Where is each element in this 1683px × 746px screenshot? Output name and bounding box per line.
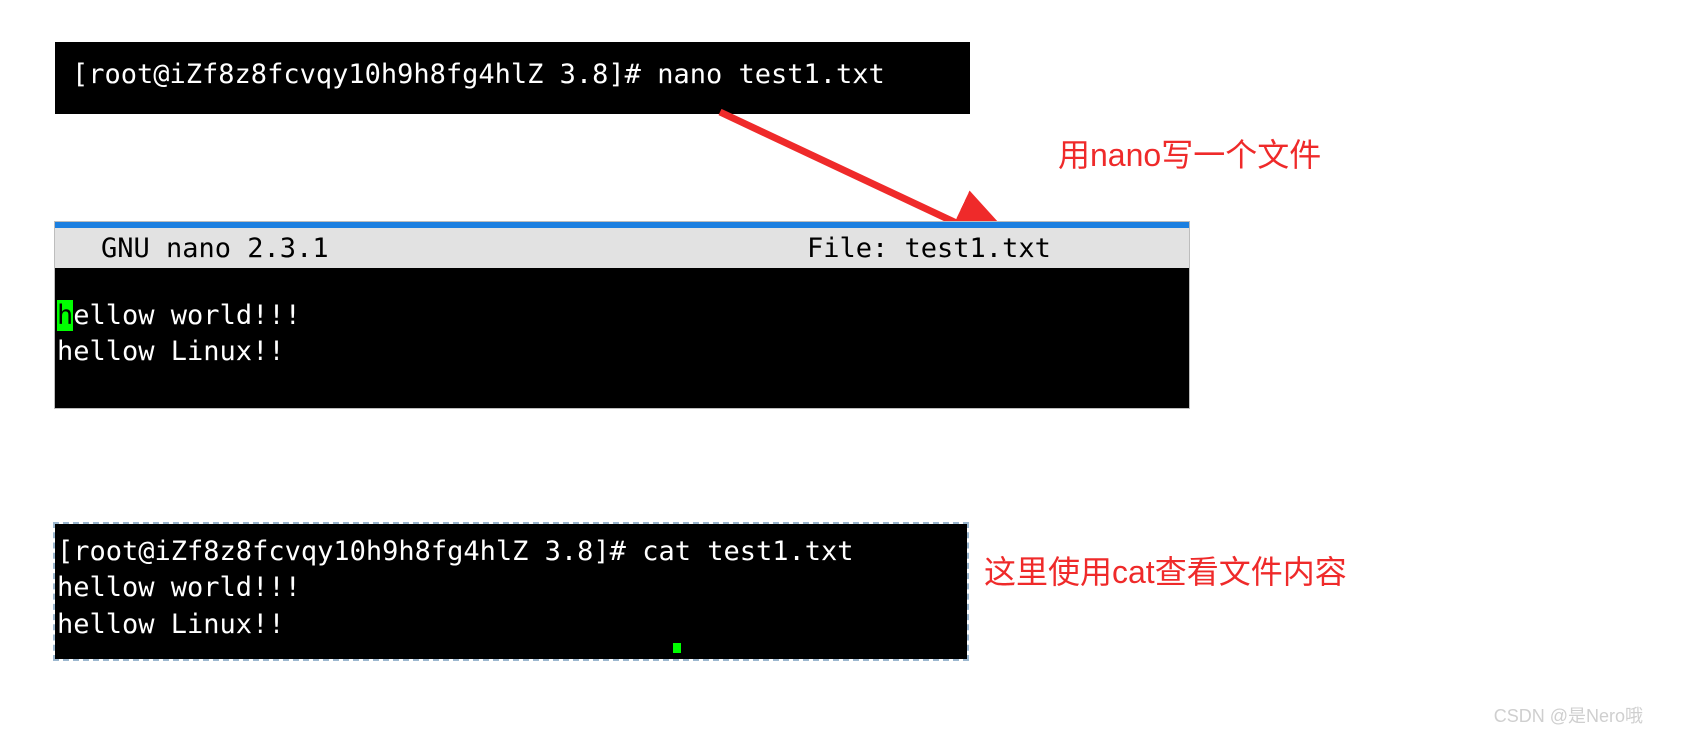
nano-header: GNU nano 2.3.1 File: test1.txt [55, 228, 1189, 268]
terminal-nano-command: [root@iZf8z8fcvqy10h9h8fg4hlZ 3.8]# nano… [55, 42, 970, 114]
nano-editor-body[interactable]: hellow world!!! hellow Linux!! [55, 268, 1189, 408]
nano-cursor: h [57, 300, 73, 331]
watermark-text: CSDN @是Nero哦 [1494, 702, 1643, 728]
nano-file-label: File: test1.txt [807, 233, 1051, 264]
terminal-prompt-line: [root@iZf8z8fcvqy10h9h8fg4hlZ 3.8]# nano… [55, 56, 970, 94]
nano-line-1-rest: ellow world!!! [73, 300, 301, 331]
nano-line-2: hellow Linux!! [57, 334, 1189, 370]
annotation-cat-view: 这里使用cat查看文件内容 [984, 547, 1347, 593]
nano-program-name: GNU nano 2.3.1 [101, 233, 329, 264]
terminal-top-fragment [55, 42, 970, 56]
nano-editor-window: GNU nano 2.3.1 File: test1.txt hellow wo… [54, 221, 1190, 409]
nano-line-1: hellow world!!! [57, 298, 1189, 334]
terminal2-top-fragment [57, 524, 967, 534]
terminal2-cursor-icon [673, 643, 681, 653]
terminal2-output-line-2: hellow Linux!! [57, 607, 967, 643]
terminal2-output-line-1: hellow world!!! [57, 570, 967, 606]
terminal2-prompt-line: [root@iZf8z8fcvqy10h9h8fg4hlZ 3.8]# cat … [57, 534, 967, 570]
annotation-nano-write: 用nano写一个文件 [1058, 130, 1321, 176]
terminal-cat-output: [root@iZf8z8fcvqy10h9h8fg4hlZ 3.8]# cat … [55, 524, 967, 659]
